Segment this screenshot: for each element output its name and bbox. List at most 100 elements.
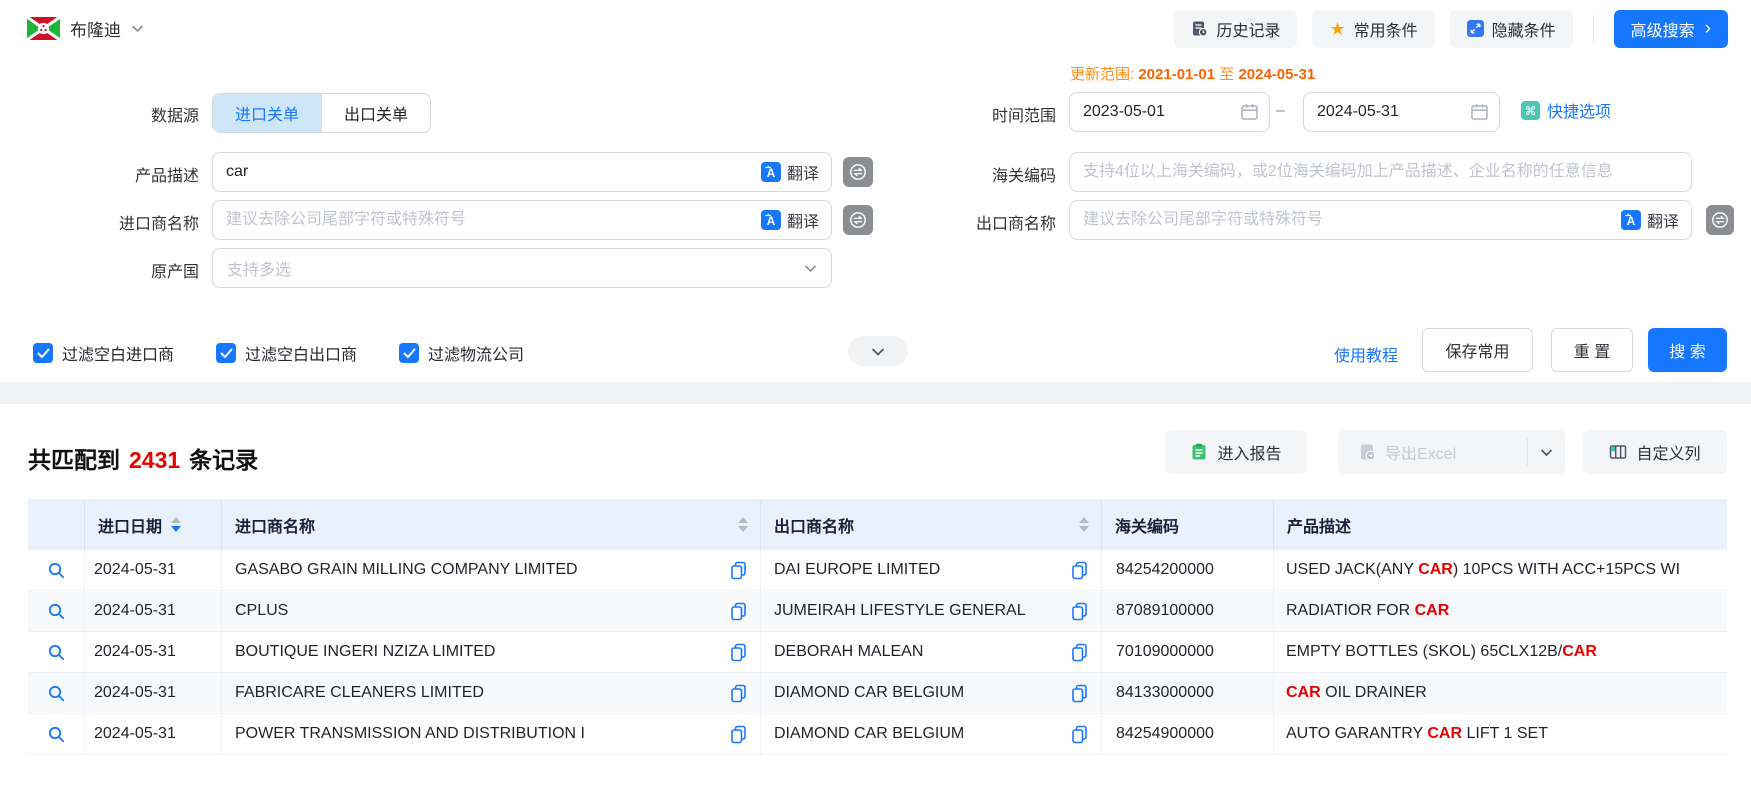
importer-cell: GASABO GRAIN MILLING COMPANY LIMITED: [222, 550, 761, 590]
divider: [1593, 15, 1594, 43]
company-name: DAI EUROPE LIMITED: [774, 561, 940, 579]
product-desc-cell: AUTO GARANTRY CAR LIFT 1 SET: [1274, 714, 1727, 754]
sort-arrows-icon[interactable]: [171, 517, 181, 532]
importer-translate-button[interactable]: A 翻译: [761, 208, 819, 232]
swap-icon: [849, 211, 867, 229]
product-desc-cell: USED JACK(ANY CAR) 10PCS WITH ACC+15PCS …: [1274, 550, 1727, 590]
import-date-cell: 2024-05-31: [85, 714, 222, 754]
copy-icon[interactable]: [1070, 643, 1089, 662]
column-header-search: [28, 499, 85, 550]
product-swap-translate-button[interactable]: [843, 157, 873, 187]
exporter-translate-button[interactable]: A 翻译: [1621, 208, 1679, 232]
column-label: 进口日期: [98, 513, 162, 537]
keyword-highlight: CAR: [1418, 561, 1453, 579]
copy-icon[interactable]: [1070, 684, 1089, 703]
company-name: DIAMOND CAR BELGIUM: [774, 725, 964, 743]
quick-options-link[interactable]: ⌘ 快捷选项: [1521, 98, 1611, 122]
copy-icon[interactable]: [729, 684, 748, 703]
filter-checkbox-1[interactable]: 过滤空白出口商: [216, 341, 357, 365]
start-date-picker[interactable]: 2023-05-01: [1069, 92, 1270, 132]
keyword-highlight: CAR: [1562, 643, 1597, 661]
calendar-icon: [1470, 103, 1489, 121]
favorites-button[interactable]: ★ 常用条件: [1312, 10, 1434, 48]
advanced-search-button[interactable]: 高级搜索 ›: [1614, 10, 1728, 48]
copy-icon[interactable]: [729, 643, 748, 662]
results-table: 进口日期进口商名称出口商名称海关编码产品描述 2024-05-31GASABO …: [28, 499, 1727, 755]
filter-checkbox-0[interactable]: 过滤空白进口商: [33, 341, 174, 365]
importer-swap-translate-button[interactable]: [843, 205, 873, 235]
svg-text:A: A: [1627, 214, 1636, 228]
export-options-chevron[interactable]: [1527, 438, 1565, 466]
origin-country-select[interactable]: 支持多选: [212, 248, 832, 288]
topbar-actions: 历史记录 ★ 常用条件 隐藏条件 高级搜索 ›: [1174, 0, 1728, 57]
importer-cell: POWER TRANSMISSION AND DISTRIBUTION I: [222, 714, 761, 754]
copy-icon[interactable]: [729, 561, 748, 580]
view-detail-icon[interactable]: [47, 643, 66, 662]
product-desc-field: A 翻译: [212, 152, 832, 192]
date-range-dash: –: [1276, 102, 1285, 120]
svg-text:⌘: ⌘: [1525, 104, 1537, 118]
import-date-cell: 2024-05-31: [85, 591, 222, 631]
hs-code-input[interactable]: [1070, 153, 1691, 191]
keyword-highlight: CAR: [1286, 684, 1321, 702]
hide-conditions-button[interactable]: 隐藏条件: [1450, 10, 1573, 48]
view-detail-icon[interactable]: [47, 684, 66, 703]
end-date-picker[interactable]: 2024-05-31: [1303, 92, 1500, 132]
enter-report-button[interactable]: 进入报告: [1165, 430, 1307, 474]
column-label: 进口商名称: [235, 513, 315, 537]
copy-icon[interactable]: [1070, 602, 1089, 621]
exporter-input[interactable]: [1070, 201, 1621, 239]
view-detail-icon[interactable]: [47, 725, 66, 744]
country-selector[interactable]: 布隆迪: [27, 0, 144, 57]
save-common-button[interactable]: 保存常用: [1422, 328, 1533, 372]
section-divider: [0, 382, 1751, 404]
origin-placeholder: 支持多选: [227, 256, 291, 280]
filter-checkboxes: 过滤空白进口商 过滤空白出口商 过滤物流公司: [33, 341, 524, 365]
swap-icon: [849, 163, 867, 181]
chevron-down-icon: [804, 264, 817, 273]
table-row: 2024-05-31CPLUSJUMEIRAH LIFESTYLE GENERA…: [28, 591, 1727, 632]
translate-button[interactable]: A 翻译: [761, 160, 819, 184]
sort-arrows-icon[interactable]: [1079, 517, 1089, 532]
row-detail-cell: [28, 550, 85, 590]
product-text: ) 10PCS WITH ACC+15PCS WI: [1453, 561, 1680, 579]
update-range-text: 更新范围: 2021-01-01 至 2024-05-31: [1070, 63, 1315, 84]
checkbox-checked-icon: [399, 343, 419, 363]
filter-checkbox-2[interactable]: 过滤物流公司: [399, 341, 524, 365]
tab-import-declarations[interactable]: 进口关单: [213, 94, 321, 132]
checkbox-label: 过滤空白出口商: [245, 341, 357, 365]
row-detail-cell: [28, 673, 85, 713]
copy-icon[interactable]: [1070, 725, 1089, 744]
importer-input[interactable]: [213, 201, 761, 239]
copy-icon[interactable]: [729, 602, 748, 621]
column-header-importer-name[interactable]: 进口商名称: [222, 499, 761, 550]
keyword-highlight: CAR: [1427, 725, 1462, 743]
sort-arrows-icon[interactable]: [738, 517, 748, 532]
reset-button[interactable]: 重 置: [1551, 328, 1633, 372]
product-text: LIFT 1 SET: [1462, 725, 1548, 743]
view-detail-icon[interactable]: [47, 602, 66, 621]
copy-icon[interactable]: [1070, 561, 1089, 580]
search-button[interactable]: 搜 索: [1648, 328, 1727, 372]
copy-icon[interactable]: [729, 725, 748, 744]
column-label: 出口商名称: [774, 513, 854, 537]
column-header-import-date[interactable]: 进口日期: [85, 499, 222, 550]
product-desc-input[interactable]: [213, 153, 761, 191]
chevron-down-icon: [131, 24, 144, 33]
product-text: RADIATIOR FOR: [1286, 602, 1415, 620]
exporter-swap-translate-button[interactable]: [1706, 205, 1734, 235]
results-count: 2431: [129, 447, 180, 473]
view-detail-icon[interactable]: [47, 561, 66, 580]
command-icon: ⌘: [1521, 101, 1540, 120]
tab-export-declarations[interactable]: 出口关单: [321, 94, 430, 132]
swap-icon: [1711, 211, 1729, 229]
export-excel-button[interactable]: 导出Excel: [1338, 430, 1565, 474]
history-button[interactable]: 历史记录: [1174, 10, 1297, 48]
topbar: 布隆迪 历史记录 ★ 常用条件 隐藏条件: [0, 0, 1751, 57]
tutorial-link[interactable]: 使用教程: [1334, 342, 1398, 366]
custom-columns-button[interactable]: 自定义列: [1583, 430, 1727, 474]
importer-label: 进口商名称: [29, 210, 199, 234]
data-source-label: 数据源: [29, 102, 199, 126]
column-header-exporter-name[interactable]: 出口商名称: [761, 499, 1102, 550]
collapse-form-button[interactable]: [848, 336, 908, 366]
